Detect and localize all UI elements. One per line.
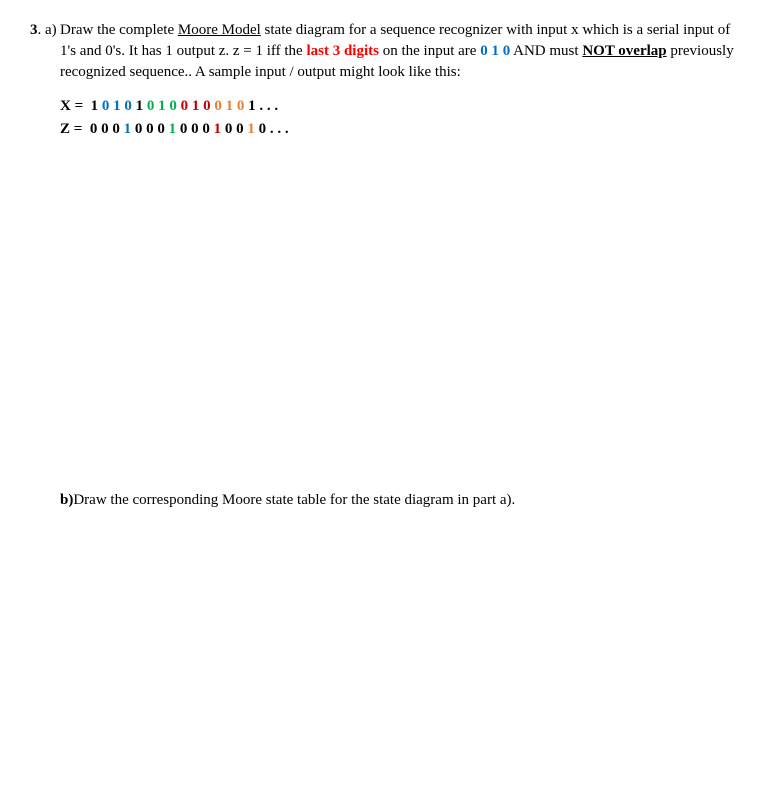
z-digit: 1 (247, 121, 255, 137)
z-label: Z = (60, 121, 90, 137)
part-b: b) Draw the corresponding Moore state ta… (60, 490, 735, 511)
z-digit: 0 (202, 121, 210, 137)
z-digit: 0 (157, 121, 165, 137)
part-b-text: Draw the corresponding Moore state table… (73, 490, 515, 511)
pattern-010: 0 1 0 (480, 43, 510, 59)
z-digit: 0 (112, 121, 120, 137)
z-tail: . . . (266, 121, 289, 137)
z-digit: 0 (259, 121, 267, 137)
text-segment: AND must (510, 43, 582, 59)
not-overlap-term: NOT overlap (582, 43, 666, 59)
z-digit: 0 (146, 121, 154, 137)
x-digit: 0 (203, 98, 211, 114)
z-digit: 1 (124, 121, 132, 137)
sample-io-block: X = 1 0 1 0 1 0 1 0 0 1 0 0 1 0 1 . . . … (60, 95, 735, 140)
part-a-marker: . a) (38, 22, 57, 38)
x-digit: 0 (214, 98, 222, 114)
x-digit: 1 (248, 98, 256, 114)
part-a-text: Draw the complete Moore Model state diag… (60, 20, 735, 83)
question-content: Draw the complete Moore Model state diag… (60, 20, 735, 511)
z-digit: 0 (101, 121, 109, 137)
question-3: 3. a) Draw the complete Moore Model stat… (30, 20, 735, 511)
x-digit: 1 (113, 98, 121, 114)
z-digit: 0 (236, 121, 244, 137)
x-label: X = (60, 98, 91, 114)
z-digit: 1 (214, 121, 222, 137)
part-b-label: b) (60, 490, 73, 511)
sample-z-row: Z = 0 0 0 1 0 0 0 1 0 0 0 1 0 0 1 0 . . … (60, 118, 735, 141)
x-digit: 0 (169, 98, 177, 114)
z-digit: 0 (191, 121, 199, 137)
x-digit: 1 (158, 98, 166, 114)
z-digit: 1 (169, 121, 177, 137)
x-tail: . . . (256, 98, 279, 114)
text-segment: on the input are (379, 43, 480, 59)
last-3-digits: last 3 digits (306, 43, 379, 59)
text-segment: Draw the complete (60, 22, 178, 38)
x-digit: 0 (124, 98, 132, 114)
sample-x-row: X = 1 0 1 0 1 0 1 0 0 1 0 0 1 0 1 . . . (60, 95, 735, 118)
moore-model-term: Moore Model (178, 22, 261, 38)
question-number: 3. a) (30, 20, 60, 41)
q-num-text: 3 (30, 22, 38, 38)
